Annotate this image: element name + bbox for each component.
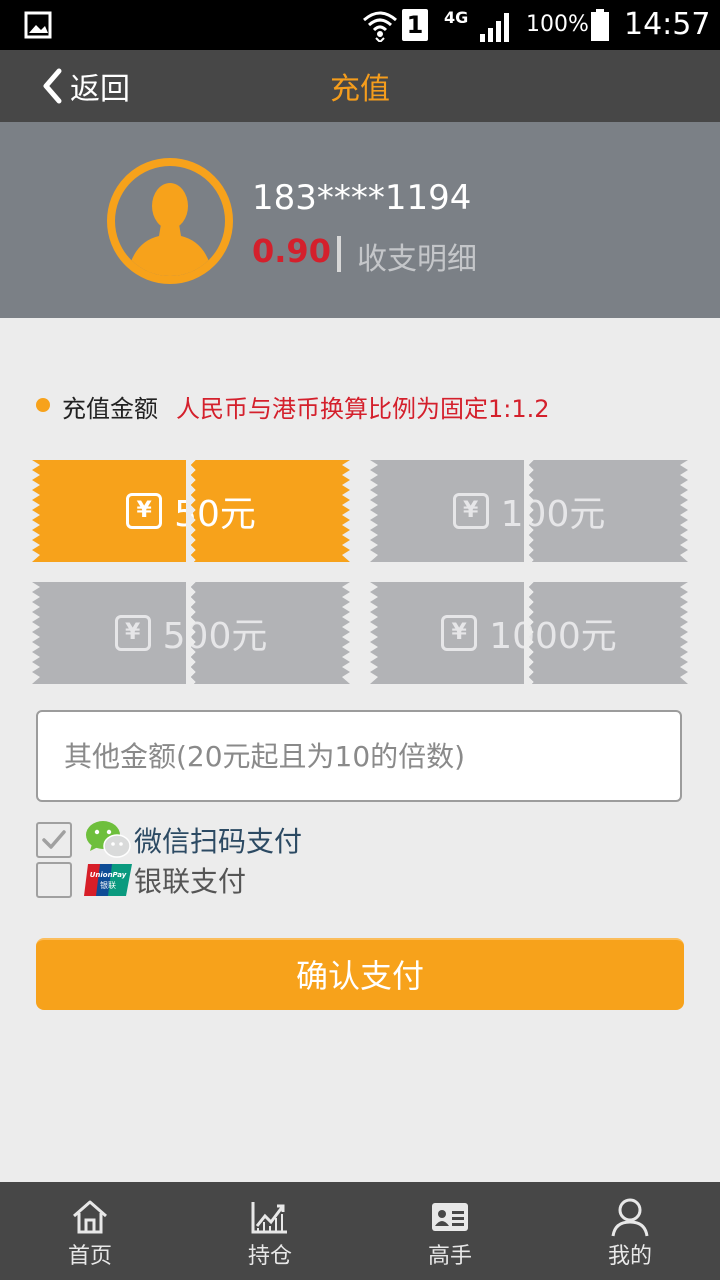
status-bar: 1 4G 100% 14:57 [0, 0, 720, 50]
exchange-rate-note: 人民币与港币换算比例为固定1:1.2 [176, 395, 550, 423]
confirm-payment-button[interactable]: 确认支付 [36, 938, 684, 1010]
battery-percent: 100% [526, 12, 589, 37]
wechat-checkbox[interactable] [36, 822, 72, 858]
network-type: 4G [444, 8, 469, 27]
wechat-pay-label: 微信扫码支付 [134, 825, 303, 858]
ticket-edge [370, 460, 378, 562]
person-icon [611, 1198, 649, 1237]
nav-label: 首页 [67, 1244, 112, 1269]
nav-item-holdings[interactable]: 持仓 [180, 1182, 360, 1280]
unionpay-icon: UnionPay 银联 [84, 864, 132, 896]
nav-label: 持仓 [247, 1244, 292, 1269]
avatar-silhouette-icon [127, 183, 213, 276]
clock: 14:57 [624, 7, 711, 42]
ticket-edge [342, 460, 350, 562]
checkmark-icon [42, 830, 66, 849]
user-phone: 183****1194 [252, 178, 472, 218]
amount-label: 50元 [174, 494, 256, 535]
bullet-dot [36, 398, 50, 412]
yen-icon: ¥ [441, 615, 478, 651]
other-amount-input[interactable] [36, 710, 682, 802]
app-header: 返回 充值 [0, 50, 720, 122]
ticket-edge [680, 460, 688, 562]
yen-icon: ¥ [126, 493, 163, 529]
profile-card: 183****1194 0.90 收支明细 [0, 122, 720, 318]
svg-text:银联: 银联 [100, 880, 116, 890]
ticket-edge [680, 582, 688, 684]
bottom-nav: 首页 持仓 高手 我的 [0, 1182, 720, 1280]
wechat-icon [86, 821, 131, 858]
divider [337, 236, 341, 272]
amount-option-1000[interactable]: ¥ 1000元 [370, 582, 688, 684]
nav-item-home[interactable]: 首页 [0, 1182, 180, 1280]
sim-slot-icon: 1 [402, 9, 428, 41]
battery-icon [591, 9, 609, 41]
amount-label: 500元 [162, 616, 268, 657]
transaction-detail-link[interactable]: 收支明细 [357, 234, 477, 278]
ticket-edge [370, 582, 378, 684]
page-title: 充值 [330, 72, 390, 107]
amount-label: 1000元 [489, 616, 617, 657]
gallery-notification-icon [24, 11, 52, 39]
home-icon [73, 1200, 107, 1234]
svg-text:UnionPay: UnionPay [90, 871, 127, 879]
account-balance: 0.90 [252, 232, 331, 270]
payment-option-wechat[interactable]: 微信扫码支付 [36, 821, 303, 858]
ticket-edge [32, 582, 40, 684]
avatar[interactable] [107, 158, 233, 284]
signal-icon [480, 13, 509, 42]
ticket-edge [32, 460, 40, 562]
unionpay-checkbox[interactable] [36, 862, 72, 898]
payment-option-unionpay[interactable]: UnionPay 银联 银联支付 [36, 862, 246, 898]
nav-label: 我的 [607, 1244, 652, 1269]
yen-icon: ¥ [452, 493, 489, 529]
unionpay-label: 银联支付 [134, 865, 247, 898]
chart-icon [251, 1202, 287, 1234]
wifi-icon [363, 11, 397, 42]
nav-label: 高手 [427, 1244, 472, 1269]
nav-item-mine[interactable]: 我的 [540, 1182, 720, 1280]
amount-option-50[interactable]: ¥ 50元 [32, 460, 350, 562]
amount-label: 100元 [500, 494, 606, 535]
amount-option-100[interactable]: ¥ 100元 [370, 460, 688, 562]
id-card-icon [432, 1203, 468, 1231]
amount-section-label: 充值金额 [62, 395, 158, 423]
ticket-edge [342, 582, 350, 684]
yen-icon: ¥ [114, 615, 151, 651]
amount-option-500[interactable]: ¥ 500元 [32, 582, 350, 684]
nav-item-experts[interactable]: 高手 [360, 1182, 540, 1280]
